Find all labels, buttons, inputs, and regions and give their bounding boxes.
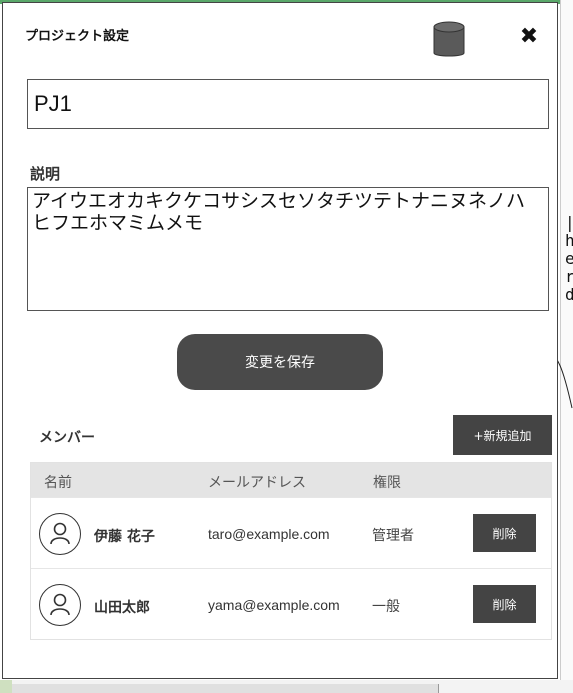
members-table-header: 名前 メールアドレス 権限: [31, 463, 551, 497]
background-bottom-strip: [0, 680, 573, 693]
delete-member-button[interactable]: 削除: [473, 514, 536, 552]
member-email: yama@example.com: [208, 597, 340, 613]
column-header-role: 権限: [373, 475, 401, 491]
user-icon: [50, 522, 70, 545]
description-label: 説明: [30, 165, 61, 183]
close-icon[interactable]: ✖: [515, 23, 543, 51]
background-partial-text: | h e r d: [565, 213, 573, 304]
avatar: [39, 513, 81, 555]
project-name-input[interactable]: [27, 79, 549, 129]
members-heading: メンバー: [39, 430, 95, 446]
delete-member-button[interactable]: 削除: [473, 585, 536, 623]
members-table: 名前 メールアドレス 権限 伊藤 花子 taro@example.com 管理者…: [30, 462, 552, 640]
description-textarea[interactable]: アイウエオカキクケコサシスセソタチツテトナニヌネノハヒフエホマミムメモ: [27, 187, 549, 311]
member-role: 一般: [372, 599, 400, 615]
database-icon[interactable]: [433, 21, 465, 59]
member-name: 伊藤 花子: [94, 529, 155, 545]
column-header-email: メールアドレス: [208, 475, 306, 491]
column-header-name: 名前: [44, 475, 72, 491]
save-changes-button[interactable]: 変更を保存: [177, 334, 383, 390]
member-email: taro@example.com: [208, 526, 330, 542]
avatar: [39, 584, 81, 626]
table-row: 伊藤 花子 taro@example.com 管理者 削除: [31, 497, 551, 568]
background-bottom-left: [0, 680, 12, 693]
modal-title: プロジェクト設定: [25, 29, 130, 44]
table-row: 山田太郎 yama@example.com 一般 削除: [31, 568, 551, 639]
user-icon: [50, 593, 70, 616]
background-bottom-panel: [12, 684, 439, 693]
member-role: 管理者: [372, 528, 414, 544]
add-member-button[interactable]: +新規追加: [453, 415, 552, 455]
member-name: 山田太郎: [94, 600, 150, 616]
